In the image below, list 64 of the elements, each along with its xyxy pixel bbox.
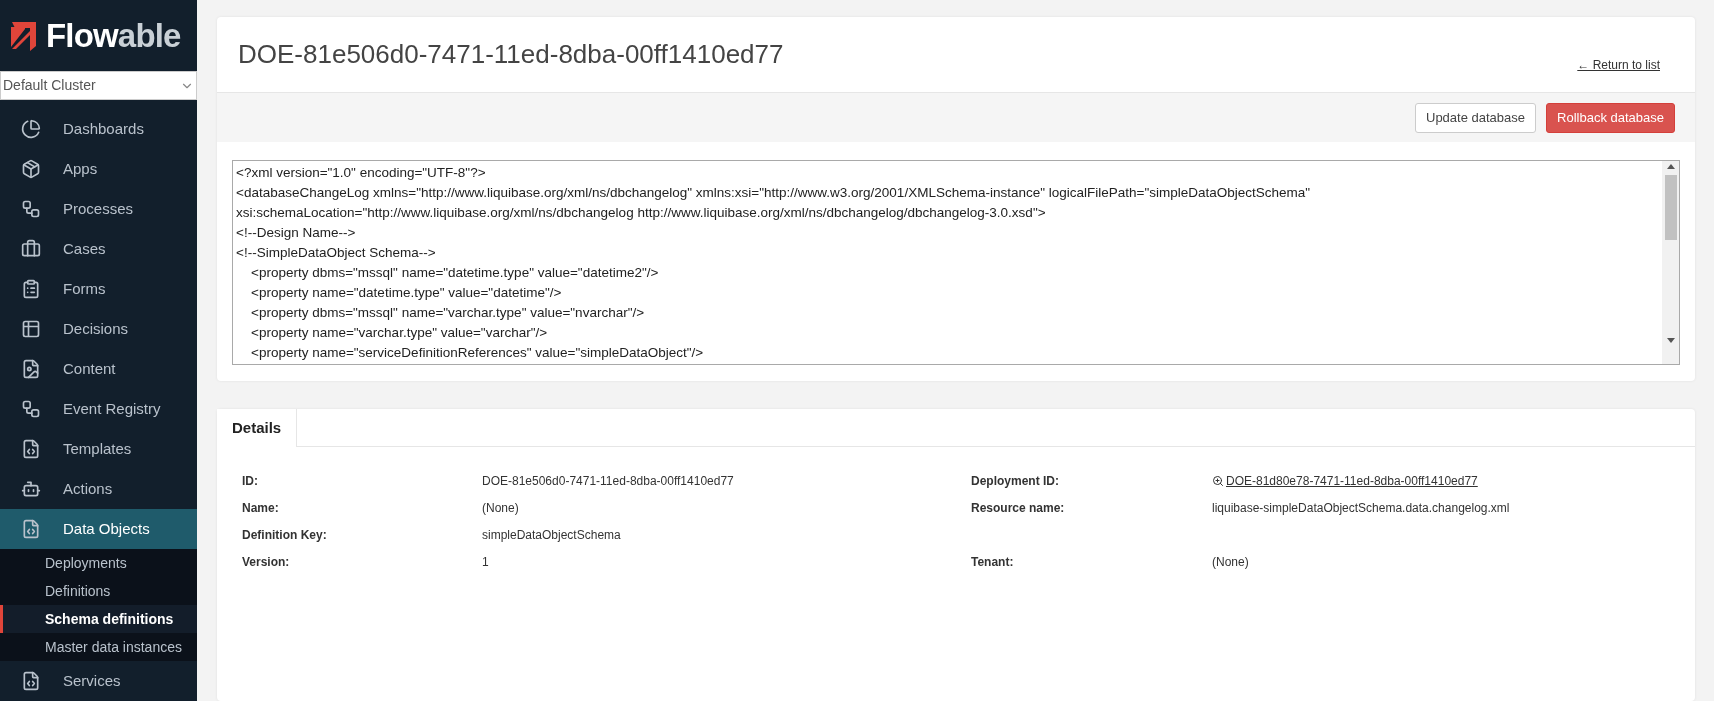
nav-item[interactable]: Dashboards — [0, 109, 197, 149]
briefcase-icon — [21, 239, 41, 259]
field-label: Tenant: — [971, 553, 1015, 571]
xml-editor[interactable] — [232, 160, 1680, 365]
field-label: Definition Key: — [242, 526, 328, 544]
field-label: Deployment ID: — [971, 472, 1060, 490]
rollback-button[interactable]: Rollback database — [1546, 102, 1675, 133]
scroll-down-icon — [1666, 338, 1675, 344]
nav-item[interactable]: Actions — [0, 469, 197, 509]
nav-item[interactable]: Templates — [0, 429, 197, 469]
nav-item[interactable]: Content — [0, 349, 197, 389]
code-file-icon — [21, 671, 41, 691]
code-line: <property dbms="mssql" name="varchar.type" value="nvarchar"/> — [250, 304, 646, 322]
field-label: Version: — [242, 553, 291, 571]
scrollbar-thumb[interactable] — [1664, 175, 1677, 240]
logo-wordmark: Flowable — [46, 19, 181, 53]
field-label: Resource name: — [971, 499, 1066, 517]
nav-subitem[interactable]: Schema definitions — [0, 605, 197, 633]
zoom-icon — [1212, 474, 1224, 487]
workflow-icon — [21, 399, 41, 419]
code-line: <property name="varchar.type" value="varchar"/> — [250, 324, 549, 342]
workflow-icon — [21, 199, 41, 219]
cluster-select[interactable]: Default Cluster — [0, 71, 197, 100]
field-value: 1 — [482, 553, 489, 571]
package-icon — [21, 159, 41, 179]
field-label: Name: — [242, 499, 280, 517]
nav-subitem[interactable]: Master data instances — [0, 633, 197, 661]
field-value: simpleDataObjectSchema — [482, 526, 621, 544]
nav-subitem[interactable]: Definitions — [0, 577, 197, 605]
nav-item[interactable]: Apps — [0, 149, 197, 189]
update-button[interactable]: Update database — [1415, 102, 1537, 133]
code-line: <property dbms="mssql" name="datetime.type" value="datetime2"/> — [250, 264, 660, 282]
code-line: <!--SimpleDataObject Schema--> — [236, 244, 437, 262]
nav-item[interactable]: Services — [0, 661, 197, 701]
field-value: DOE-81e506d0-7471-11ed-8dba-00ff1410ed77 — [482, 472, 734, 490]
nav-subitem[interactable]: Deployments — [0, 549, 197, 577]
nav-item[interactable]: Forms — [0, 269, 197, 309]
code-line: <property name="datetime.type" value="datetime"/> — [250, 284, 563, 302]
code-line: xsi:schemaLocation="http://www.liquibase.org/xml/ns/dbchangelog http://www.liquibase.org/xml/ns/dbchangelog/dbchangelog-3.0.xsd"> — [236, 204, 1047, 222]
code-line: <property name="serviceDefinitionReferences" value="simpleDataObject"/> — [250, 344, 705, 362]
field-value: (None) — [1212, 553, 1249, 571]
nav-item[interactable]: Cases — [0, 229, 197, 269]
code-line: <?xml version="1.0" encoding="UTF-8"?> — [236, 164, 487, 182]
nav-item[interactable]: Processes — [0, 189, 197, 229]
form-icon — [21, 279, 41, 299]
nav-item[interactable]: Event Registry — [0, 389, 197, 429]
file-icon — [21, 359, 41, 379]
scroll-up-icon — [1666, 163, 1675, 169]
code-file-icon — [21, 439, 41, 459]
field-value: (None) — [482, 499, 519, 517]
return-link[interactable]: ← Return to list — [1577, 55, 1660, 74]
table-icon — [21, 319, 41, 339]
pie-chart-icon — [21, 119, 41, 139]
nav-item[interactable]: Data Objects — [0, 509, 197, 549]
code-file-icon — [21, 519, 41, 539]
field-label: ID: — [242, 472, 259, 490]
page-title: DOE-81e506d0-7471-11ed-8dba-00ff1410ed77 — [238, 38, 784, 71]
field-value: liquibase-simpleDataObjectSchema.data.changelog.xml — [1212, 499, 1510, 517]
robot-icon — [21, 479, 41, 499]
details-tab[interactable]: Details — [217, 409, 298, 447]
nav-item[interactable]: Decisions — [0, 309, 197, 349]
deployment-link[interactable]: DOE-81d80e78-7471-11ed-8dba-00ff1410ed77 — [1212, 471, 1478, 490]
code-line: <!--Design Name--> — [236, 224, 357, 242]
code-line: <databaseChangeLog xmlns="http://www.liquibase.org/xml/ns/dbchangelog" xmlns:xsi="http://www.w3.org/2001/XMLSchema-instance" logicalFilePath="simpleDataObjectSchema" — [236, 184, 1312, 202]
